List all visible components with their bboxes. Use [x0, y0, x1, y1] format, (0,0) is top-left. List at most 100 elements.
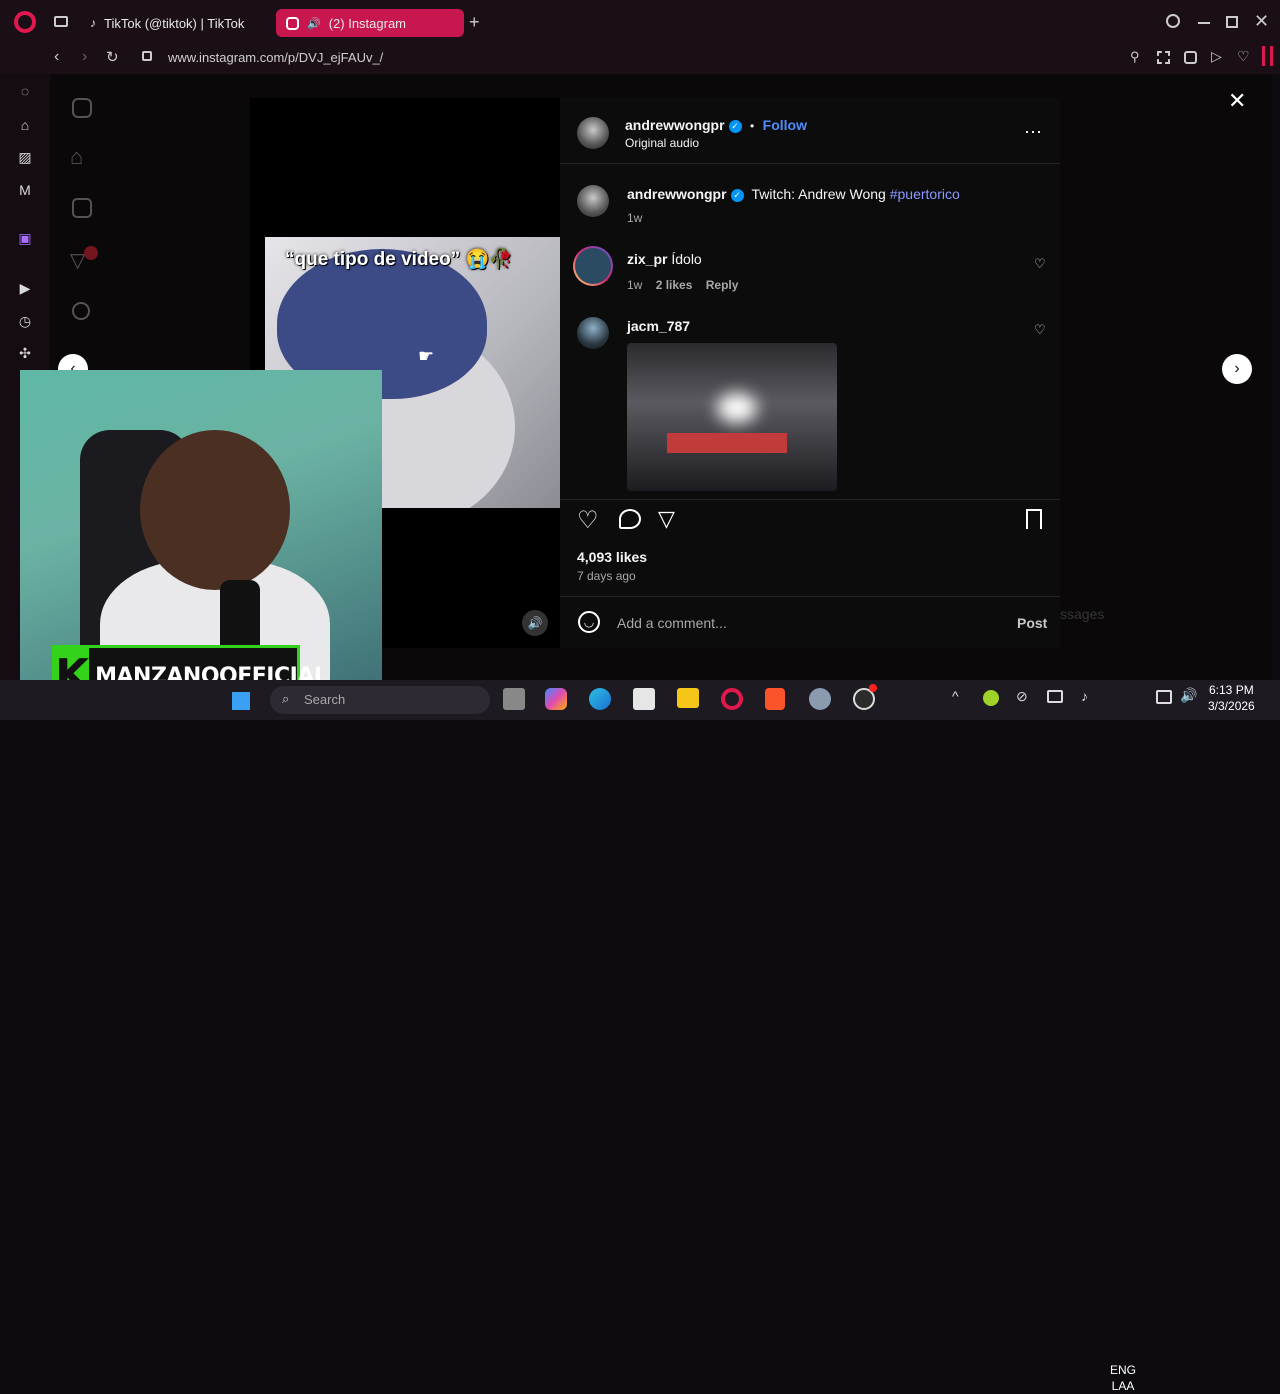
close-modal-icon[interactable]: ✕	[1228, 88, 1246, 114]
caption: andrewwongpr ✓ Twitch: Andrew Wong #puert…	[627, 186, 960, 202]
pin-icon[interactable]: ⚲	[1130, 49, 1140, 65]
taskbar-search-placeholder: Search	[304, 692, 346, 707]
verified-badge-icon: ✓	[728, 120, 742, 133]
new-tab-button[interactable]: +	[469, 12, 480, 33]
close-window-button[interactable]: ✕	[1254, 11, 1269, 32]
comment-username[interactable]: zix_pr	[627, 251, 667, 267]
shopping-icon[interactable]: ⌂	[16, 116, 34, 134]
adblock-icon[interactable]	[1184, 51, 1197, 64]
microphone-icon[interactable]: ♪	[1081, 688, 1088, 704]
tray-chevron-icon[interactable]: ^	[952, 688, 959, 704]
play-icon[interactable]: ▷	[1211, 48, 1222, 65]
gif-banner	[667, 433, 787, 453]
minimize-button[interactable]	[1198, 22, 1210, 24]
clock-time: 6:13 PM	[1209, 683, 1254, 697]
comment-1-meta: 1w 2 likes Reply	[627, 278, 738, 292]
like-icon[interactable]: ♡	[577, 506, 599, 535]
caption-time: 1w	[627, 211, 643, 225]
url-field[interactable]: www.instagram.com/p/DVJ_ejFAUv_/	[168, 50, 383, 65]
caption-text: Twitch: Andrew Wong	[751, 186, 886, 202]
likes-count[interactable]: 4,093 likes	[577, 549, 647, 565]
tiktok-icon: ♪	[90, 16, 96, 30]
save-icon[interactable]	[1026, 509, 1042, 529]
comment-2-username[interactable]: jacm_787	[627, 318, 690, 334]
search-tabs-icon[interactable]	[1166, 14, 1180, 28]
opera-taskbar-icon[interactable]	[721, 688, 743, 710]
forward-icon[interactable]: ›	[82, 48, 87, 66]
maximize-button[interactable]	[1226, 16, 1238, 28]
taskview-icon[interactable]	[503, 688, 525, 710]
comment-gif[interactable]	[627, 343, 837, 491]
comment-2-avatar[interactable]	[577, 317, 609, 349]
opera-logo-icon[interactable]	[14, 11, 36, 33]
emoji-icon[interactable]: ◡	[578, 611, 600, 633]
player-icon[interactable]: ▶	[16, 279, 34, 297]
reload-icon[interactable]: ↻	[106, 48, 119, 66]
notes-icon[interactable]: ▨	[16, 148, 34, 166]
extensions-icon[interactable]: ✣	[16, 344, 34, 362]
copilot-icon[interactable]	[545, 688, 567, 710]
original-audio-link[interactable]: Original audio	[625, 136, 699, 150]
author-username[interactable]: andrewwongpr	[625, 117, 725, 133]
sidebar-accent-2	[1270, 46, 1273, 66]
taskbar-search[interactable]: ⌕ Search	[270, 686, 490, 714]
cast-icon[interactable]	[1047, 690, 1063, 703]
back-icon[interactable]: ‹	[54, 48, 59, 66]
edge-icon[interactable]	[589, 688, 611, 710]
store-icon[interactable]	[633, 688, 655, 710]
comment-avatar	[575, 248, 611, 284]
sidebar-accent	[1262, 46, 1265, 66]
brave-icon[interactable]	[765, 688, 785, 710]
header-divider	[560, 163, 1060, 164]
history-icon[interactable]: ◷	[16, 312, 34, 330]
comment-likes[interactable]: 2 likes	[656, 278, 693, 292]
video-overlay-text: “que tipo de video” 😭🥀	[285, 249, 513, 270]
browser-tab-bar: ♪ TikTok (@tiktok) | TikTok 🔊 (2) Instag…	[0, 0, 1280, 44]
m-app-icon[interactable]: M	[16, 181, 34, 199]
tab-instagram[interactable]: 🔊 (2) Instagram	[276, 9, 464, 37]
like-comment-icon[interactable]: ♡	[1034, 256, 1046, 272]
taskbar-search-icon: ⌕	[282, 691, 290, 706]
comment-avatar-ring[interactable]	[573, 246, 613, 286]
heart-icon[interactable]: ♡	[1237, 48, 1250, 65]
system-clock[interactable]: 6:13 PM 3/3/2026	[1208, 682, 1255, 714]
share-icon[interactable]: ▽	[658, 506, 675, 532]
keyboard-layout: LAA	[1111, 1379, 1135, 1393]
comments-divider	[560, 499, 1060, 500]
caption-verified-icon: ✓	[730, 189, 744, 202]
snapshot-icon[interactable]	[1157, 51, 1170, 64]
comment-icon[interactable]	[619, 509, 641, 529]
recording-dot	[869, 684, 877, 692]
network-off-icon[interactable]: ⊘	[1016, 688, 1028, 705]
tray-app-icon[interactable]	[983, 690, 999, 706]
author-avatar[interactable]	[577, 117, 609, 149]
mouse-cursor-icon: ☛	[418, 346, 435, 366]
settings-icon[interactable]	[809, 688, 831, 710]
volume-icon[interactable]: 🔊	[1180, 687, 1197, 704]
lock-icon	[142, 51, 152, 61]
comment-time: 1w	[627, 278, 643, 292]
start-icon[interactable]	[232, 692, 250, 710]
workspaces-icon[interactable]	[54, 16, 68, 27]
language-indicator[interactable]: ENG LAA	[1110, 1362, 1136, 1394]
caption-username[interactable]: andrewwongpr	[627, 186, 727, 202]
explorer-icon[interactable]	[677, 688, 699, 708]
network-icon[interactable]	[1156, 690, 1172, 704]
follow-button[interactable]: Follow	[763, 117, 807, 133]
tab-instagram-label: (2) Instagram	[328, 15, 407, 31]
caption-avatar[interactable]	[577, 185, 609, 217]
hashtag-link[interactable]: #puertorico	[890, 186, 960, 202]
twitch-icon[interactable]: ▣	[16, 229, 34, 247]
mute-button[interactable]: 🔊	[522, 610, 548, 636]
post-header: andrewwongpr ✓ • Follow	[625, 117, 807, 135]
aria-icon[interactable]: ◌	[16, 82, 34, 100]
comment-input[interactable]: Add a comment...	[617, 615, 727, 631]
more-options-icon[interactable]: ⋯	[1024, 122, 1043, 143]
tab-tiktok[interactable]: ♪ TikTok (@tiktok) | TikTok	[80, 9, 270, 37]
taskbar: ⌕ Search ^ ⊘ ♪ ENG LAA 🔊 6:13 PM 3/3/202…	[0, 680, 1280, 1393]
reply-button[interactable]: Reply	[706, 278, 739, 292]
next-post-button[interactable]: ›	[1222, 354, 1252, 384]
speaker-icon[interactable]: 🔊	[307, 17, 321, 30]
post-comment-button[interactable]: Post	[1017, 615, 1047, 631]
like-comment-2-icon[interactable]: ♡	[1034, 322, 1046, 338]
